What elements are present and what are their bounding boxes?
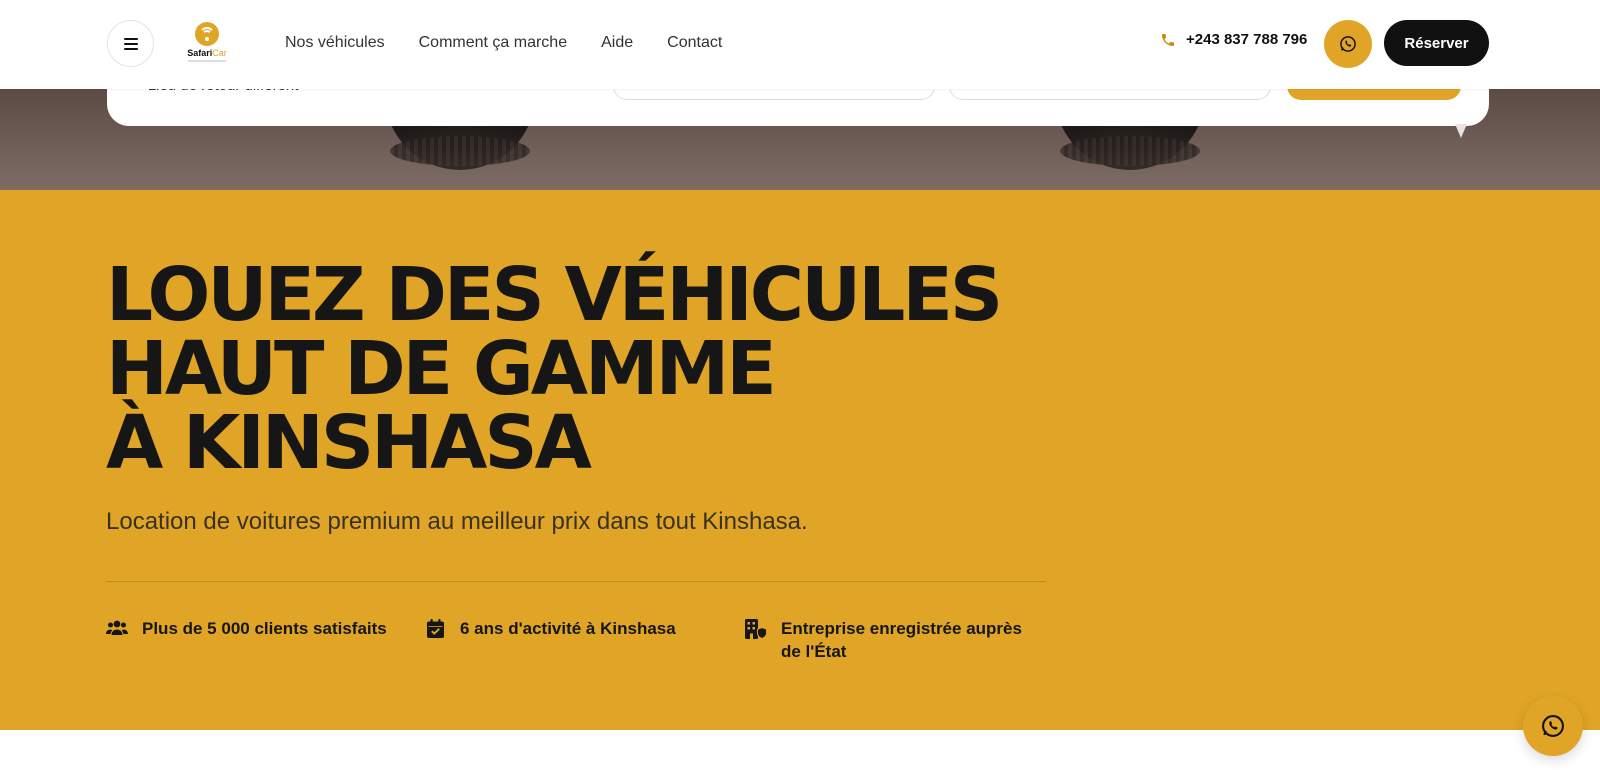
nav-contact[interactable]: Contact (667, 34, 722, 52)
logo[interactable]: SafariCar (182, 22, 232, 66)
nav-help[interactable]: Aide (601, 34, 633, 52)
hamburger-icon (123, 37, 138, 50)
phone-icon (1162, 33, 1174, 46)
feature-text: Entreprise enregistrée auprès de l'État (781, 619, 1022, 661)
whatsapp-icon (1542, 715, 1564, 737)
reserve-button[interactable]: Réserver (1384, 20, 1489, 66)
feature-text: 6 ans d'activité à Kinshasa (460, 619, 676, 638)
building-shield-icon (745, 617, 767, 663)
hero-title-line: HAUT DE GAMME (106, 326, 777, 412)
logo-tagline (188, 60, 226, 62)
feature-clients: Plus de 5 000 clients satisfaits (106, 617, 387, 640)
hero-title-line: À KINSHASA (106, 400, 592, 486)
hero-section: LOUEZ DES VÉHICULES HAUT DE GAMME À KINS… (0, 190, 1600, 730)
users-icon (106, 617, 128, 640)
calendar-check-icon (424, 617, 446, 640)
feature-years: 6 ans d'activité à Kinshasa (424, 617, 676, 640)
menu-button[interactable] (107, 20, 154, 67)
phone-number: +243 837 788 796 (1186, 31, 1308, 48)
logo-name-gold: Car (212, 48, 227, 58)
main-nav: Nos véhicules Comment ça marche Aide Con… (285, 0, 722, 86)
whatsapp-floating-button[interactable] (1523, 696, 1583, 756)
feature-registered: Entreprise enregistrée auprès de l'État (745, 617, 1045, 663)
whatsapp-icon (1340, 36, 1356, 52)
logo-signal-icon (195, 22, 219, 46)
hero-title: LOUEZ DES VÉHICULES HAUT DE GAMME À KINS… (106, 258, 1106, 480)
nav-how-it-works[interactable]: Comment ça marche (419, 34, 568, 52)
dropdown-pointer-icon (1455, 124, 1467, 138)
hero-title-line: LOUEZ DES VÉHICULES (106, 252, 1003, 338)
nav-vehicles[interactable]: Nos véhicules (285, 34, 385, 52)
whatsapp-button[interactable] (1324, 20, 1372, 68)
site-header: SafariCar Nos véhicules Comment ça march… (0, 0, 1600, 89)
divider (106, 581, 1046, 582)
phone-link[interactable]: +243 837 788 796 (1160, 31, 1307, 48)
logo-name-dark: Safari (187, 48, 213, 58)
feature-text: Plus de 5 000 clients satisfaits (142, 619, 387, 638)
hero-subtitle: Location de voitures premium au meilleur… (106, 508, 808, 535)
